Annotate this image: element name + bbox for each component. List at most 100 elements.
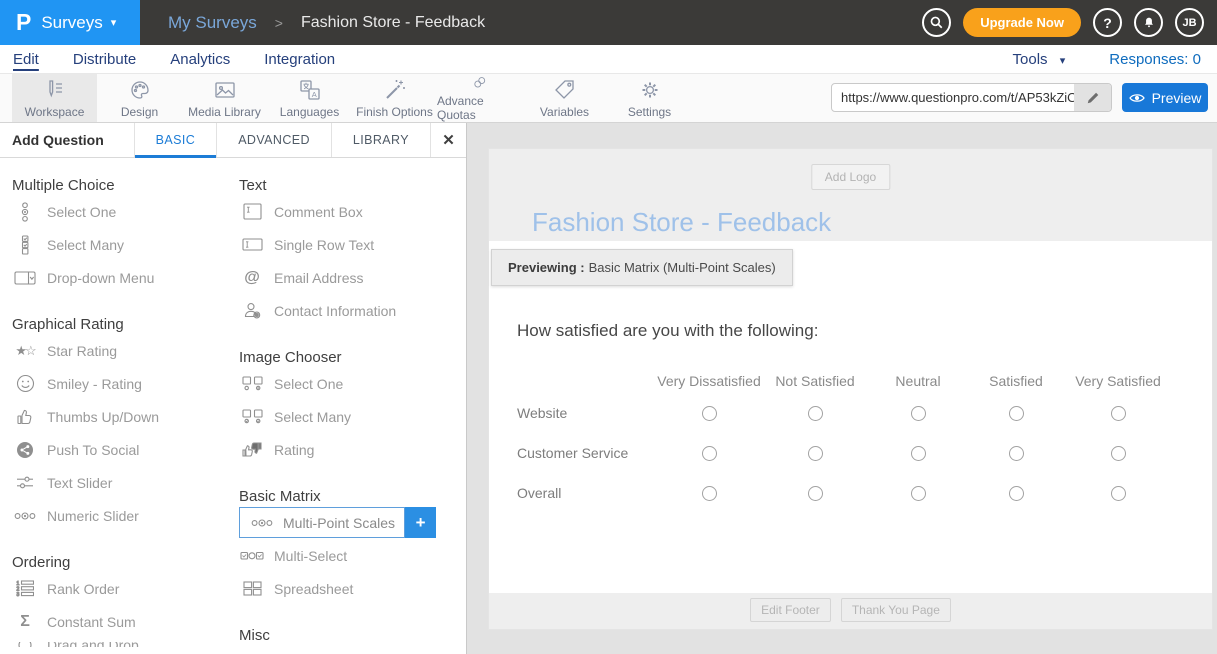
qtype-multi-point-scales[interactable]: Multi-Point Scales <box>239 507 405 538</box>
qtype-select-many[interactable]: Select Many <box>12 228 239 261</box>
matrix-row-website: Website <box>517 393 1212 433</box>
responses-link[interactable]: Responses: 0 <box>1109 51 1201 68</box>
qtype-label: Multi-Point Scales <box>283 515 395 531</box>
qtype-label: Drop-down Menu <box>47 270 154 286</box>
qtype-label: Constant Sum <box>47 614 136 630</box>
radio-option[interactable] <box>911 446 926 461</box>
qtype-label: Select Many <box>47 237 124 253</box>
qtype-smiley-rating[interactable]: Smiley - Rating <box>12 367 239 400</box>
radio-option[interactable] <box>808 486 823 501</box>
tab-integration[interactable]: Integration <box>264 51 335 68</box>
help-button[interactable]: ? <box>1093 8 1122 37</box>
survey-preview-area: Add Logo Fashion Store - Feedback Previe… <box>467 123 1217 654</box>
edit-url-button[interactable] <box>1074 84 1111 111</box>
qtype-label: Rank Order <box>47 581 119 597</box>
tab-basic[interactable]: BASIC <box>134 123 217 157</box>
radio-option[interactable] <box>808 446 823 461</box>
preview-button[interactable]: Preview <box>1122 83 1208 112</box>
tab-edit[interactable]: Edit <box>13 51 39 68</box>
toolbar-finish-options[interactable]: Finish Options <box>352 74 437 122</box>
toolbar-media-library[interactable]: Media Library <box>182 74 267 122</box>
radio-option[interactable] <box>1009 486 1024 501</box>
qtype-single-row-text[interactable]: Single Row Text <box>239 228 466 261</box>
magic-wand-icon <box>382 77 408 103</box>
avatar[interactable]: JB <box>1175 8 1204 37</box>
close-panel-button[interactable]: ✕ <box>430 123 466 157</box>
qtype-text-slider[interactable]: Text Slider <box>12 466 239 499</box>
toolbar-workspace[interactable]: Workspace <box>12 74 97 122</box>
edit-footer-button[interactable]: Edit Footer <box>750 598 831 622</box>
section-title: Ordering <box>12 554 239 572</box>
row-label: Overall <box>517 473 657 513</box>
pencil-icon <box>1086 91 1100 105</box>
matrix-header-row: Very Dissatisfied Not Satisfied Neutral … <box>517 369 1212 393</box>
radio-option[interactable] <box>911 406 926 421</box>
qtype-contact-information[interactable]: Contact Information <box>239 294 466 327</box>
tab-library[interactable]: LIBRARY <box>331 123 430 157</box>
radio-option[interactable] <box>702 406 717 421</box>
qtype-label: Contact Information <box>274 303 396 319</box>
toolbar-settings[interactable]: Settings <box>607 74 692 122</box>
scale-column-header: Very Satisfied <box>1065 369 1171 393</box>
tools-menu[interactable]: Tools ▾ <box>1013 51 1066 68</box>
add-question-header: Add Question BASIC ADVANCED LIBRARY ✕ <box>0 123 466 158</box>
radio-option[interactable] <box>1111 486 1126 501</box>
radio-option[interactable] <box>1111 406 1126 421</box>
search-button[interactable] <box>922 8 951 37</box>
add-question-plus-button[interactable]: + <box>405 507 436 538</box>
qtype-label: Comment Box <box>274 204 363 220</box>
row-label: Website <box>517 393 657 433</box>
at-sign-icon: @ <box>239 269 265 287</box>
qtype-label: Star Rating <box>47 343 117 359</box>
qtype-constant-sum[interactable]: Σ Constant Sum <box>12 605 239 638</box>
toolbar-design[interactable]: Design <box>97 74 182 122</box>
gear-icon <box>637 77 663 103</box>
radio-option[interactable] <box>1111 446 1126 461</box>
qtype-rank-order[interactable]: 123 Rank Order <box>12 572 239 605</box>
radio-option[interactable] <box>702 446 717 461</box>
section-title: Image Chooser <box>239 349 466 367</box>
thank-you-page-button[interactable]: Thank You Page <box>841 598 951 622</box>
qtype-star-rating[interactable]: ★☆ Star Rating <box>12 334 239 367</box>
survey-title[interactable]: Fashion Store - Feedback <box>532 207 831 238</box>
toolbar-advance-quotas[interactable]: Advance Quotas <box>437 74 522 122</box>
radio-option[interactable] <box>1009 446 1024 461</box>
qtype-comment-box[interactable]: Comment Box <box>239 195 466 228</box>
radio-option[interactable] <box>911 486 926 501</box>
qtype-drag-and-drop[interactable]: Drag and Drop <box>12 642 239 647</box>
qtype-numeric-slider[interactable]: Numeric Slider <box>12 499 239 532</box>
toolbar-languages[interactable]: A Languages <box>267 74 352 122</box>
questionpro-logo-icon: P <box>16 9 31 36</box>
qtype-spreadsheet[interactable]: Spreadsheet <box>239 572 466 605</box>
qtype-email-address[interactable]: @ Email Address <box>239 261 466 294</box>
qtype-image-rating[interactable]: Rating <box>239 433 466 466</box>
row-label: Customer Service <box>517 433 657 473</box>
question-text: How satisfied are you with the following… <box>517 321 1212 341</box>
scale-column-header: Neutral <box>869 369 967 393</box>
qtype-select-one[interactable]: Select One <box>12 195 239 228</box>
qtype-label: Select One <box>47 204 116 220</box>
tab-distribute[interactable]: Distribute <box>73 51 136 68</box>
tab-analytics[interactable]: Analytics <box>170 51 230 68</box>
toolbar-label: Finish Options <box>356 105 433 119</box>
nav-right-links: Tools ▾ Responses: 0 <box>1013 51 1217 68</box>
qtype-push-to-social[interactable]: Push To Social <box>12 433 239 466</box>
radio-option[interactable] <box>808 406 823 421</box>
qtype-multi-select[interactable]: Multi-Select <box>239 539 466 572</box>
toolbar-variables[interactable]: Variables <box>522 74 607 122</box>
breadcrumb-my-surveys[interactable]: My Surveys <box>168 13 257 33</box>
notifications-button[interactable] <box>1134 8 1163 37</box>
section-text: Text Comment Box Single Row Text @ Email… <box>239 177 466 327</box>
qtype-image-select-one[interactable]: Select One <box>239 367 466 400</box>
product-switcher[interactable]: P Surveys ▾ <box>0 0 140 45</box>
radio-option[interactable] <box>1009 406 1024 421</box>
survey-url-box <box>831 83 1112 112</box>
add-logo-button[interactable]: Add Logo <box>811 164 890 190</box>
qtype-image-select-many[interactable]: Select Many <box>239 400 466 433</box>
radio-option[interactable] <box>702 486 717 501</box>
qtype-dropdown-menu[interactable]: Drop-down Menu <box>12 261 239 294</box>
upgrade-now-button[interactable]: Upgrade Now <box>963 8 1081 37</box>
tab-advanced[interactable]: ADVANCED <box>216 123 331 157</box>
qtype-thumbs-up-down[interactable]: Thumbs Up/Down <box>12 400 239 433</box>
survey-url-input[interactable] <box>832 84 1074 111</box>
